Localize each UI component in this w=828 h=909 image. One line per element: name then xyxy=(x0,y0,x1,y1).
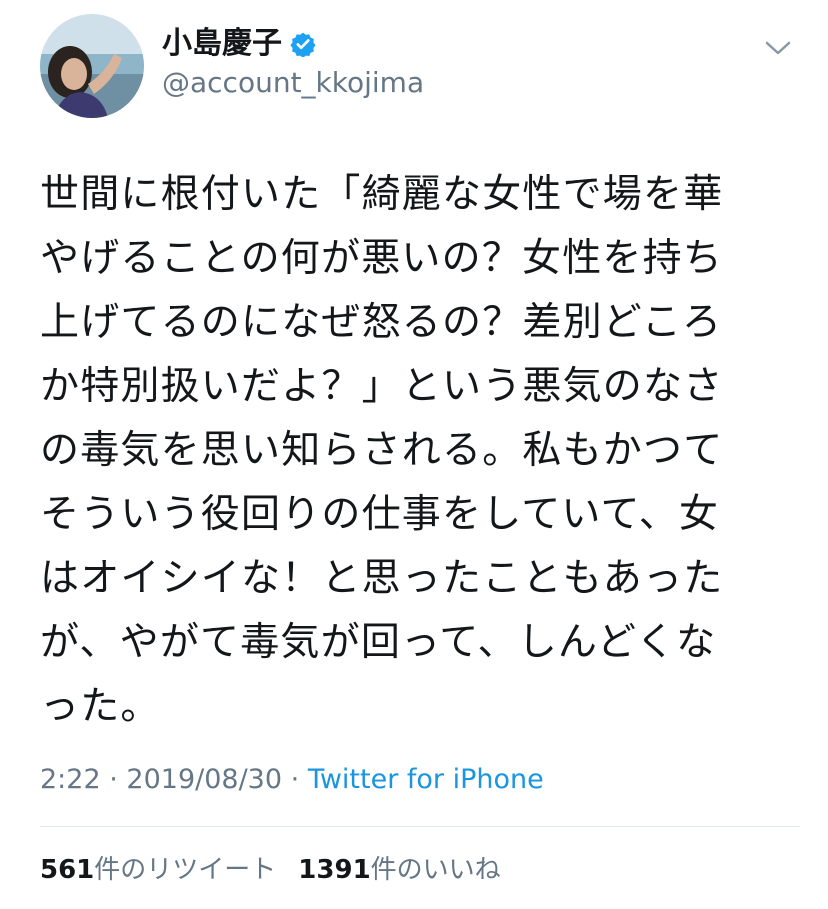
verified-badge-icon xyxy=(290,31,316,58)
tweet-time: 2:22 xyxy=(40,764,101,795)
retweet-stat[interactable]: 561件のリツイート xyxy=(40,855,276,885)
tweet-date[interactable]: 2019/08/30 xyxy=(126,764,282,795)
tweet-source-link[interactable]: Twitter for iPhone xyxy=(308,764,544,795)
like-stat[interactable]: 1391件のいいね xyxy=(298,855,500,885)
retweet-count: 561 xyxy=(40,855,95,885)
tweet-header: 小島慶子 @account_kkojima xyxy=(0,0,828,130)
meta-separator: · xyxy=(109,764,118,795)
like-label: 件のいいね xyxy=(370,855,501,885)
chevron-down-icon[interactable] xyxy=(762,32,794,64)
tweet-stats: 561件のリツイート 1391件のいいね xyxy=(40,852,501,888)
meta-separator-2: · xyxy=(290,764,300,795)
tweet-meta: 2:22 · 2019/08/30 · Twitter for iPhone xyxy=(40,762,544,798)
divider xyxy=(40,826,800,827)
avatar-photo xyxy=(40,14,144,118)
like-count: 1391 xyxy=(298,855,371,885)
display-name[interactable]: 小島慶子 xyxy=(162,26,282,62)
avatar[interactable] xyxy=(40,14,144,118)
retweet-label: 件のリツイート xyxy=(94,855,277,885)
tweet-text: 世間に根付いた「綺麗な女性で場を華 やげることの何が悪いの？女性を持ち 上げてる… xyxy=(40,172,724,729)
author-name-row[interactable]: 小島慶子 xyxy=(162,26,316,62)
author-handle[interactable]: @account_kkojima xyxy=(162,66,424,100)
